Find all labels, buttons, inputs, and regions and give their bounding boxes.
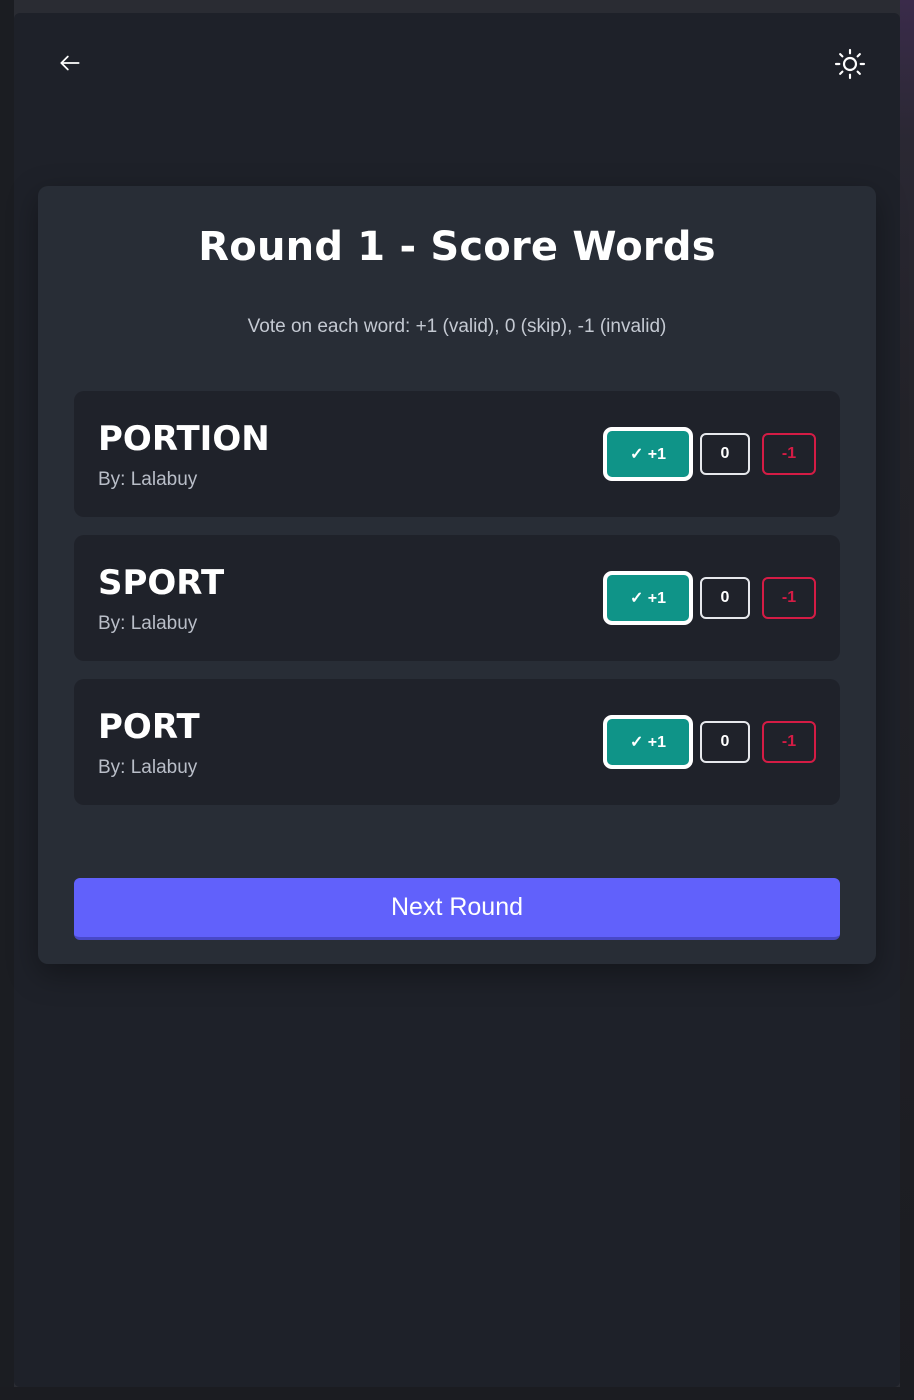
word-author: By: Lalabuy — [98, 469, 198, 490]
window-left-edge — [0, 0, 14, 1400]
vote-valid-button[interactable]: ✓ +1 — [603, 427, 693, 481]
word-text: PORTION — [98, 419, 270, 459]
vote-invalid-button[interactable]: -1 — [762, 433, 816, 475]
window-right-edge — [900, 0, 914, 1400]
back-button[interactable] — [48, 41, 92, 85]
vote-valid-button[interactable]: ✓ +1 — [603, 571, 693, 625]
word-text: SPORT — [98, 563, 225, 603]
vote-skip-button[interactable]: 0 — [700, 721, 750, 763]
word-row: SPORT By: Lalabuy ✓ +1 0 -1 — [74, 535, 840, 661]
next-round-button[interactable]: Next Round — [74, 878, 840, 940]
word-row: PORTION By: Lalabuy ✓ +1 0 -1 — [74, 391, 840, 517]
vote-skip-button[interactable]: 0 — [700, 433, 750, 475]
sun-icon — [834, 48, 866, 80]
vote-skip-button[interactable]: 0 — [700, 577, 750, 619]
arrow-left-icon — [60, 55, 80, 71]
page-title: Round 1 - Score Words — [198, 224, 716, 270]
word-author: By: Lalabuy — [98, 757, 198, 778]
window-bottom-edge — [0, 1387, 914, 1400]
app-window: Round 1 - Score Words Vote on each word:… — [14, 13, 900, 1387]
word-author: By: Lalabuy — [98, 613, 198, 634]
instructions-text: Vote on each word: +1 (valid), 0 (skip),… — [247, 316, 667, 337]
theme-toggle-button[interactable] — [828, 42, 872, 86]
vote-invalid-button[interactable]: -1 — [762, 577, 816, 619]
vote-valid-button[interactable]: ✓ +1 — [603, 715, 693, 769]
word-text: PORT — [98, 707, 200, 747]
score-card: Round 1 - Score Words Vote on each word:… — [38, 186, 876, 964]
vote-invalid-button[interactable]: -1 — [762, 721, 816, 763]
word-row: PORT By: Lalabuy ✓ +1 0 -1 — [74, 679, 840, 805]
